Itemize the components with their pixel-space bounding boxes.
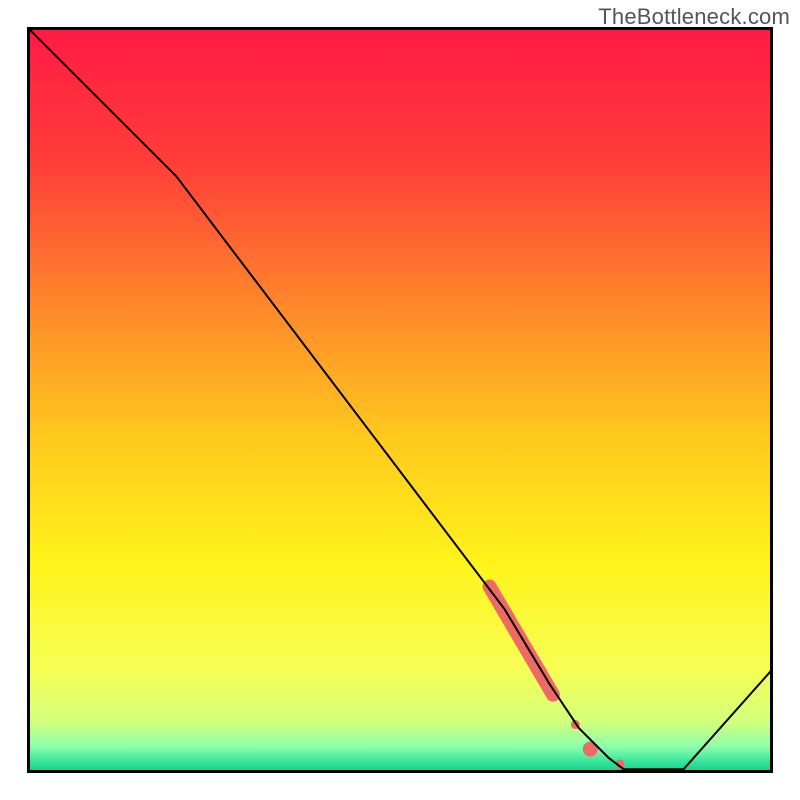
bottleneck-curve (27, 27, 773, 769)
plot-overlay (27, 27, 773, 773)
plot-area (27, 27, 773, 773)
watermark-label: TheBottleneck.com (598, 4, 790, 30)
chart-container: TheBottleneck.com (0, 0, 800, 800)
highlight-markers (490, 587, 625, 769)
